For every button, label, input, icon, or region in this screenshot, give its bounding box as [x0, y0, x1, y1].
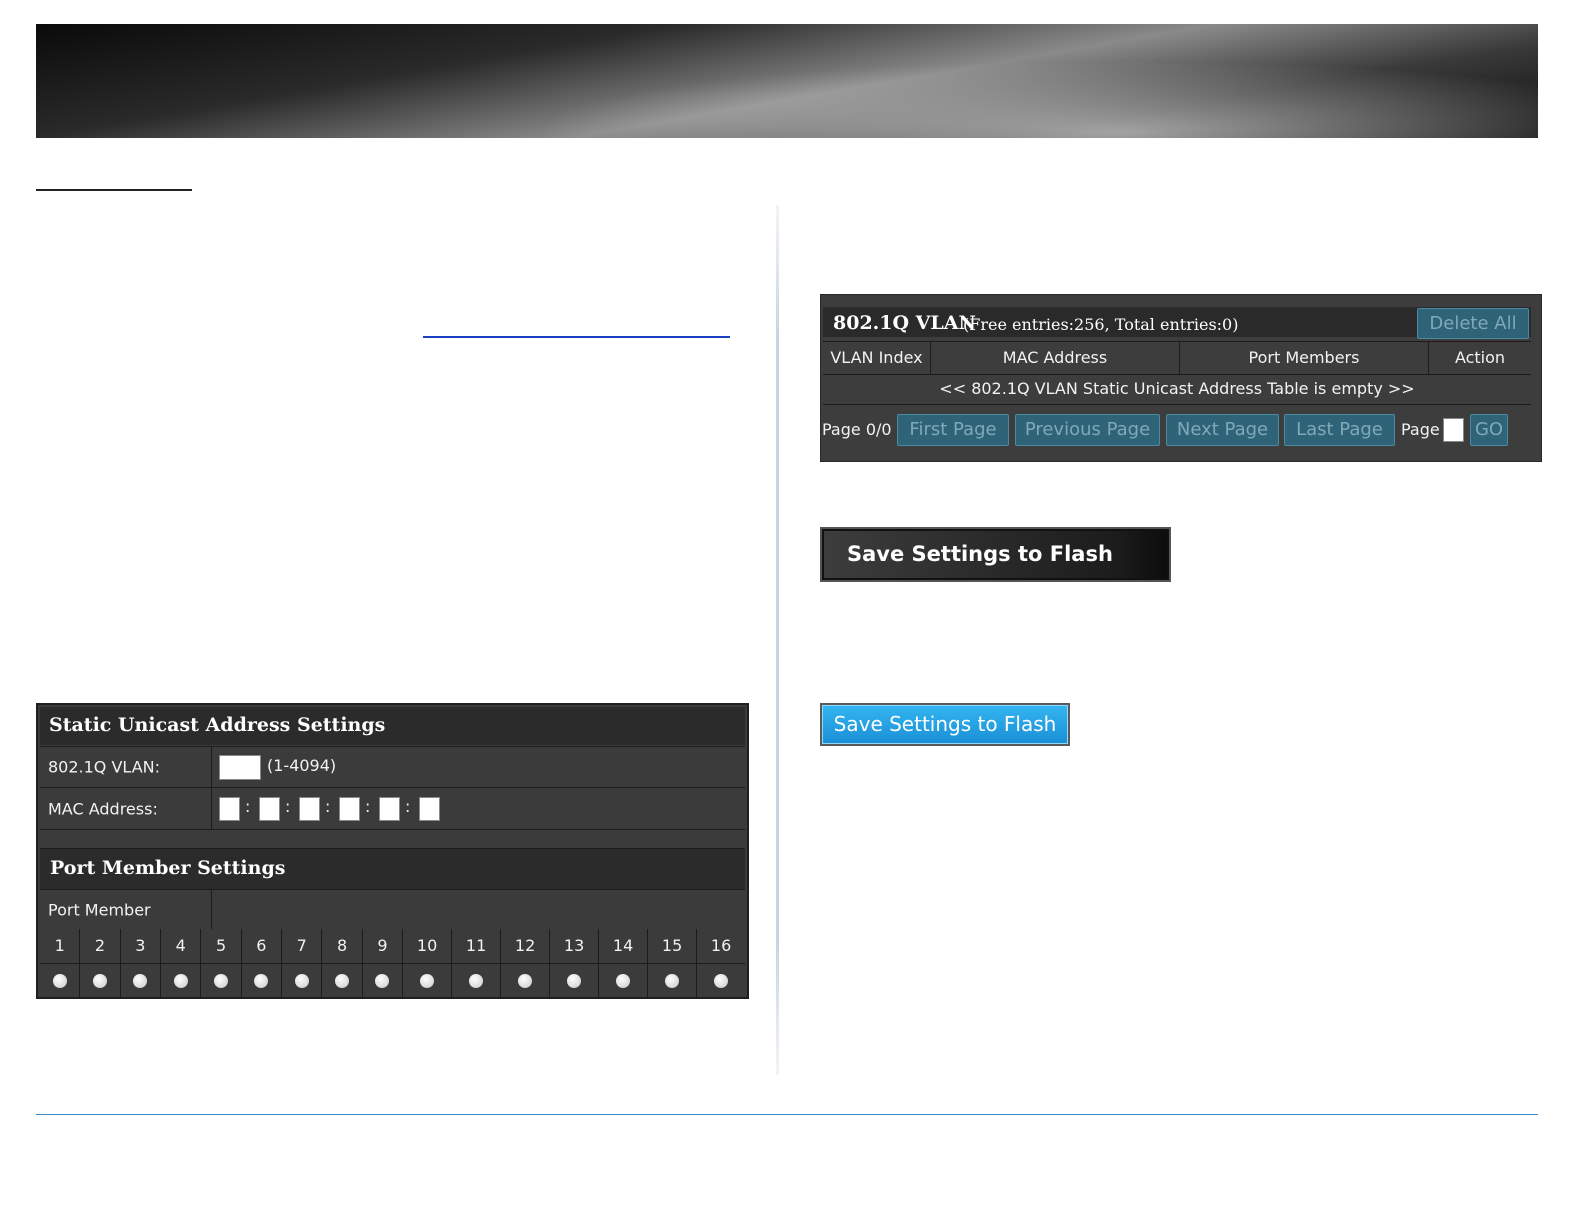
port-number: 11	[452, 929, 501, 964]
port-column: 4	[161, 929, 202, 997]
vlan-table-title: 802.1Q VLAN	[833, 312, 976, 334]
column-header: MAC Address	[931, 342, 1180, 374]
port-8-radio[interactable]	[335, 974, 350, 988]
port-column: 2	[80, 929, 121, 997]
vlan-label: 802.1Q VLAN:	[48, 757, 161, 777]
port-5-radio[interactable]	[214, 974, 229, 988]
save-settings-blue-button[interactable]: Save Settings to Flash	[820, 703, 1070, 746]
port-number: 5	[201, 929, 241, 964]
vlan-table-panel: 802.1Q VLAN (Free entries:256, Total ent…	[820, 294, 1542, 462]
section-title-underline	[36, 189, 192, 191]
port-number: 3	[120, 929, 161, 964]
go-button[interactable]: GO	[1470, 414, 1508, 446]
static-unicast-title: Static Unicast Address Settings	[49, 714, 386, 736]
vlan-id-input[interactable]	[219, 755, 261, 780]
next-page-button[interactable]: Next Page	[1166, 414, 1279, 446]
port-number: 15	[648, 929, 697, 964]
port-column: 1	[40, 929, 81, 997]
save-settings-dark-button[interactable]: Save Settings to Flash	[820, 527, 1171, 582]
port-11-radio[interactable]	[469, 974, 484, 988]
port-column: 5	[201, 929, 242, 997]
port-number: 10	[403, 929, 452, 964]
first-page-button[interactable]: First Page	[897, 414, 1009, 446]
port-1-radio[interactable]	[52, 974, 67, 988]
mac-separator: :	[365, 797, 371, 816]
mac-octet-4-input[interactable]	[339, 797, 360, 821]
port-grid: 1 2 3 4 5 6 7 8 9 10 11 12 13 14 15 16	[40, 929, 746, 997]
static-unicast-header: Static Unicast Address Settings	[40, 707, 745, 745]
mac-separator: :	[245, 797, 251, 816]
delete-all-button[interactable]: Delete All	[1417, 308, 1529, 339]
hyperlink-underline	[423, 336, 730, 338]
port-column: 13	[550, 929, 600, 997]
port-4-radio[interactable]	[173, 974, 188, 988]
mac-octet-5-input[interactable]	[379, 797, 400, 821]
header-banner	[36, 24, 1538, 138]
mac-separator: :	[405, 797, 411, 816]
vlan-table-entries: (Free entries:256, Total entries:0)	[963, 315, 1239, 334]
port-16-radio[interactable]	[714, 974, 729, 988]
port-number: 1	[40, 929, 80, 964]
port-15-radio[interactable]	[665, 974, 680, 988]
vlan-row: 802.1Q VLAN: (1-4094)	[40, 746, 745, 787]
port-column: 6	[241, 929, 283, 997]
port-number: 12	[501, 929, 550, 964]
page-status: Page 0/0	[822, 420, 892, 439]
footer-rule	[36, 1114, 1538, 1115]
port-column: 15	[648, 929, 698, 997]
vlan-table-columns: VLAN Index MAC Address Port Members Acti…	[823, 341, 1531, 375]
port-column: 16	[697, 929, 746, 997]
column-divider	[776, 205, 779, 1075]
port-column: 11	[452, 929, 502, 997]
port-number: 8	[322, 929, 362, 964]
page-jump-input[interactable]	[1443, 418, 1464, 442]
mac-row: MAC Address: : : : : :	[40, 787, 745, 830]
mac-octet-6-input[interactable]	[419, 797, 440, 821]
port-10-radio[interactable]	[420, 974, 435, 988]
page-jump-label: Page	[1401, 420, 1440, 439]
port-14-radio[interactable]	[616, 974, 631, 988]
mac-separator: :	[325, 797, 331, 816]
port-number: 4	[161, 929, 201, 964]
port-column: 9	[362, 929, 404, 997]
port-number: 16	[697, 929, 746, 964]
port-7-radio[interactable]	[294, 974, 309, 988]
column-header: Action	[1454, 348, 1506, 367]
mac-octet-2-input[interactable]	[259, 797, 280, 821]
port-2-radio[interactable]	[93, 974, 108, 988]
port-member-title: Port Member Settings	[50, 857, 286, 879]
port-6-radio[interactable]	[254, 974, 269, 988]
mac-label: MAC Address:	[48, 799, 158, 818]
static-unicast-settings-panel: Static Unicast Address Settings 802.1Q V…	[36, 703, 749, 999]
port-member-header: Port Member Settings	[40, 848, 745, 889]
last-page-button[interactable]: Last Page	[1284, 414, 1395, 446]
port-13-radio[interactable]	[567, 974, 582, 988]
port-3-radio[interactable]	[133, 974, 148, 988]
port-member-label: Port Member	[48, 900, 151, 919]
port-number: 9	[362, 929, 403, 964]
port-number: 6	[241, 929, 282, 964]
mac-octet-1-input[interactable]	[219, 797, 240, 821]
column-header: VLAN Index	[823, 342, 931, 374]
column-header: Port Members	[1180, 342, 1429, 374]
port-column: 7	[282, 929, 323, 997]
port-column: 10	[403, 929, 453, 997]
port-column: 14	[599, 929, 649, 997]
mac-octet-3-input[interactable]	[299, 797, 320, 821]
port-member-row: Port Member	[40, 889, 745, 929]
port-number: 13	[550, 929, 599, 964]
vlan-range-hint: (1-4094)	[267, 756, 337, 775]
previous-page-button[interactable]: Previous Page	[1015, 414, 1160, 446]
port-number: 14	[599, 929, 648, 964]
port-9-radio[interactable]	[375, 974, 390, 988]
port-column: 12	[501, 929, 551, 997]
port-12-radio[interactable]	[518, 974, 533, 988]
empty-table-message: << 802.1Q VLAN Static Unicast Address Ta…	[823, 374, 1531, 405]
port-column: 8	[322, 929, 363, 997]
port-column: 3	[120, 929, 162, 997]
mac-separator: :	[285, 797, 291, 816]
port-number: 2	[80, 929, 120, 964]
port-number: 7	[282, 929, 322, 964]
